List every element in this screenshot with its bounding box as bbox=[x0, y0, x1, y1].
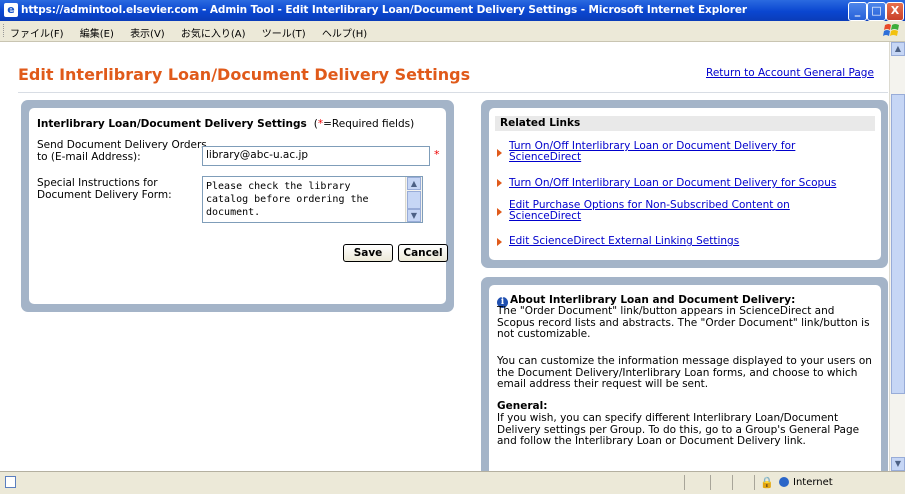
menu-favorites[interactable]: お気に入り(A) bbox=[181, 29, 246, 40]
about-paragraph-1: The "Order Document" link/button appears… bbox=[497, 305, 870, 340]
status-divider bbox=[684, 475, 685, 490]
bullet-icon bbox=[497, 149, 502, 157]
scroll-down-icon[interactable]: ▼ bbox=[407, 209, 421, 222]
menu-view[interactable]: 表示(V) bbox=[130, 29, 165, 40]
about-panel: i About Interlibrary Loan and Document De… bbox=[481, 277, 888, 471]
related-link-external-linking[interactable]: Edit ScienceDirect External Linking Sett… bbox=[509, 236, 879, 247]
related-link-purchase-options[interactable]: Edit Purchase Options for Non-Subscribed… bbox=[509, 200, 839, 222]
bullet-icon bbox=[497, 208, 502, 216]
instructions-text: Please check the library catalog before … bbox=[206, 181, 375, 218]
about-paragraph-2: You can customize the information messag… bbox=[497, 355, 872, 390]
status-divider bbox=[732, 475, 733, 490]
menu-help[interactable]: ヘルプ(H) bbox=[322, 29, 367, 40]
instructions-field[interactable]: Please check the library catalog before … bbox=[202, 176, 423, 223]
page-scroll-up-icon[interactable]: ▲ bbox=[891, 42, 905, 56]
save-button[interactable]: Save bbox=[343, 244, 393, 262]
page-scroll-down-icon[interactable]: ▼ bbox=[891, 457, 905, 471]
about-paragraph-3: If you wish, you can specify different I… bbox=[497, 412, 860, 447]
close-button[interactable]: X bbox=[886, 2, 904, 21]
menu-bar: ファイル(F) 編集(E) 表示(V) お気に入り(A) ツール(T) ヘルプ(… bbox=[0, 21, 905, 42]
related-links-heading: Related Links bbox=[495, 116, 875, 131]
maximize-button[interactable]: □ bbox=[867, 2, 886, 21]
scroll-up-icon[interactable]: ▲ bbox=[407, 177, 421, 190]
required-fields-note: (*=Required fields) bbox=[310, 118, 414, 130]
settings-panel-inner: Interlibrary Loan/Document Delivery Sett… bbox=[29, 108, 448, 304]
globe-icon bbox=[779, 477, 789, 487]
menu-edit[interactable]: 編集(E) bbox=[80, 29, 114, 40]
menu-tools[interactable]: ツール(T) bbox=[262, 29, 306, 40]
page-icon bbox=[5, 476, 16, 488]
related-link-scopus-ill[interactable]: Turn On/Off Interlibrary Loan or Documen… bbox=[509, 178, 879, 189]
title-divider bbox=[18, 92, 888, 93]
general-heading: General: bbox=[497, 400, 548, 412]
related-links-inner: Related Links Turn On/Off Interlibrary L… bbox=[489, 108, 881, 260]
email-required-star: * bbox=[434, 148, 440, 161]
instructions-label: Special Instructions for Document Delive… bbox=[37, 177, 172, 201]
status-divider bbox=[710, 475, 711, 490]
scroll-thumb[interactable] bbox=[407, 191, 421, 209]
required-note-close: =Required fields) bbox=[323, 118, 415, 130]
return-to-account-link[interactable]: Return to Account General Page bbox=[706, 67, 874, 79]
status-divider bbox=[754, 475, 755, 490]
toolbar-grip[interactable] bbox=[3, 24, 6, 37]
status-bar: 🔒 Internet bbox=[0, 471, 905, 494]
window-title: https://admintool.elsevier.com - Admin T… bbox=[21, 4, 747, 16]
menu-file[interactable]: ファイル(F) bbox=[10, 29, 64, 40]
instructions-scrollbar[interactable]: ▲ ▼ bbox=[405, 177, 422, 222]
page-scroll-thumb[interactable] bbox=[891, 94, 905, 394]
page-content: Edit Interlibrary Loan/Document Delivery… bbox=[0, 42, 889, 471]
settings-heading-text: Interlibrary Loan/Document Delivery Sett… bbox=[37, 118, 307, 130]
minimize-button[interactable]: _ bbox=[848, 2, 867, 21]
email-field[interactable]: library@abc-u.ac.jp bbox=[202, 146, 430, 166]
bullet-icon bbox=[497, 179, 502, 187]
window-titlebar: e https://admintool.elsevier.com - Admin… bbox=[0, 0, 905, 21]
bullet-icon bbox=[497, 238, 502, 246]
ie-icon: e bbox=[4, 3, 18, 17]
email-label: Send Document Delivery Orders to (E-mail… bbox=[37, 139, 207, 163]
related-links-panel: Related Links Turn On/Off Interlibrary L… bbox=[481, 100, 888, 268]
lock-icon: 🔒 bbox=[760, 476, 774, 489]
related-link-sd-ill[interactable]: Turn On/Off Interlibrary Loan or Documen… bbox=[509, 141, 854, 163]
settings-panel: Interlibrary Loan/Document Delivery Sett… bbox=[21, 100, 454, 312]
page-title: Edit Interlibrary Loan/Document Delivery… bbox=[18, 65, 471, 84]
security-zone-label: Internet bbox=[793, 477, 833, 488]
windows-logo-icon bbox=[883, 24, 899, 36]
settings-heading: Interlibrary Loan/Document Delivery Sett… bbox=[37, 118, 414, 130]
about-panel-inner: i About Interlibrary Loan and Document De… bbox=[489, 285, 881, 471]
cancel-button[interactable]: Cancel bbox=[398, 244, 448, 262]
page-scrollbar[interactable]: ▲ ▼ bbox=[889, 42, 905, 471]
